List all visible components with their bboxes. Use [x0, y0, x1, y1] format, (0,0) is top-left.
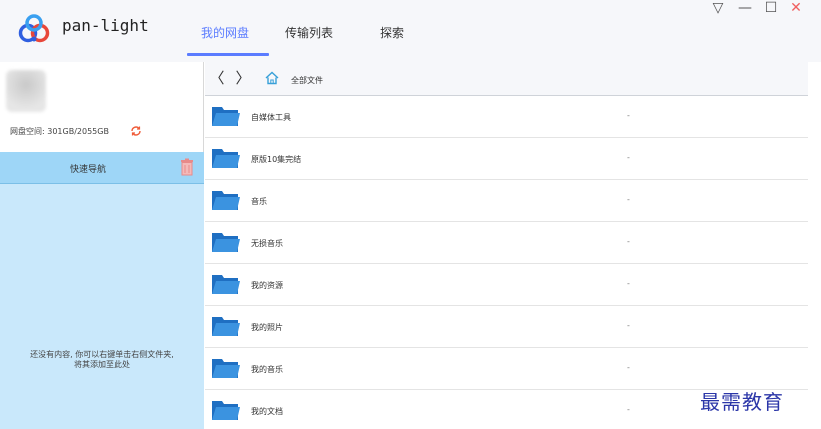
storage-quota: 网盘空间: 301GB/2055GB: [10, 127, 109, 136]
refresh-glyph-icon: [131, 126, 141, 136]
folder-icon: [212, 275, 240, 294]
file-size: -: [627, 111, 630, 120]
file-name: 自媒体工具: [251, 113, 291, 122]
folder-icon: [212, 317, 240, 336]
maximize-button[interactable]: ☐: [761, 0, 781, 16]
minimize-button[interactable]: —: [735, 0, 755, 16]
empty-hint-line: 还没有内容, 你可以右键单击右侧文件夹,: [30, 350, 174, 359]
folder-icon: [212, 401, 240, 420]
file-size: -: [627, 405, 630, 414]
path-toolbar: 〈 〉 全部文件: [205, 62, 808, 96]
file-name: 我的音乐: [251, 365, 283, 374]
forward-button[interactable]: 〉: [235, 70, 251, 86]
quick-nav-header: 快速导航: [0, 152, 204, 184]
file-row[interactable]: 自媒体工具 -: [205, 96, 808, 138]
back-button[interactable]: 〈: [209, 70, 225, 86]
dropdown-icon[interactable]: ▽: [708, 0, 728, 16]
file-list: 自媒体工具 - 原版10集完结 - 音乐 - 无损音乐 - 我的资源 - 我的照…: [205, 96, 808, 429]
file-size: -: [627, 363, 630, 372]
refresh-icon[interactable]: [129, 124, 143, 138]
folder-icon: [212, 359, 240, 378]
file-name: 我的文档: [251, 407, 283, 416]
app-title: pan-light: [62, 16, 149, 35]
file-row[interactable]: 我的资源 -: [205, 264, 808, 306]
file-name: 音乐: [251, 197, 267, 206]
home-icon[interactable]: [264, 70, 280, 86]
file-row[interactable]: 音乐 -: [205, 180, 808, 222]
file-name: 原版10集完结: [251, 155, 302, 164]
file-size: -: [627, 237, 630, 246]
active-tab-indicator: [187, 53, 269, 56]
folder-icon: [212, 191, 240, 210]
file-row[interactable]: 我的照片 -: [205, 306, 808, 348]
watermark: 最需教育: [700, 390, 784, 414]
close-button[interactable]: ✕: [786, 0, 806, 16]
file-size: -: [627, 279, 630, 288]
tab-my-drive[interactable]: 我的网盘: [201, 24, 249, 41]
tab-explore[interactable]: 探索: [380, 24, 404, 41]
quick-nav-title: 快速导航: [69, 165, 106, 175]
folder-icon: [212, 107, 240, 126]
file-row[interactable]: 我的音乐 -: [205, 348, 808, 390]
file-size: -: [627, 153, 630, 162]
quick-nav-empty-hint: 还没有内容, 你可以右键单击右侧文件夹, 将其添加至此处: [4, 350, 200, 370]
breadcrumb[interactable]: 全部文件: [291, 75, 323, 86]
sidebar: 网盘空间: 301GB/2055GB 快速导航 还没有内容, 你可以右键单击右侧…: [0, 62, 204, 429]
file-name: 我的照片: [251, 323, 283, 332]
quick-nav-list[interactable]: 还没有内容, 你可以右键单击右侧文件夹, 将其添加至此处: [0, 184, 204, 429]
title-bar: pan-light 我的网盘 传输列表 探索 ▽ — ☐ ✕: [0, 0, 821, 62]
avatar: [6, 70, 46, 112]
file-row[interactable]: 原版10集完结 -: [205, 138, 808, 180]
pan-light-logo-icon: [18, 14, 50, 43]
trash-icon[interactable]: [180, 158, 194, 176]
file-name: 无损音乐: [251, 239, 283, 248]
file-size: -: [627, 195, 630, 204]
file-name: 我的资源: [251, 281, 283, 290]
file-size: -: [627, 321, 630, 330]
file-row[interactable]: 无损音乐 -: [205, 222, 808, 264]
empty-hint-line: 将其添加至此处: [74, 360, 130, 369]
tab-transfer-list[interactable]: 传输列表: [285, 24, 333, 41]
folder-icon: [212, 233, 240, 252]
folder-icon: [212, 149, 240, 168]
